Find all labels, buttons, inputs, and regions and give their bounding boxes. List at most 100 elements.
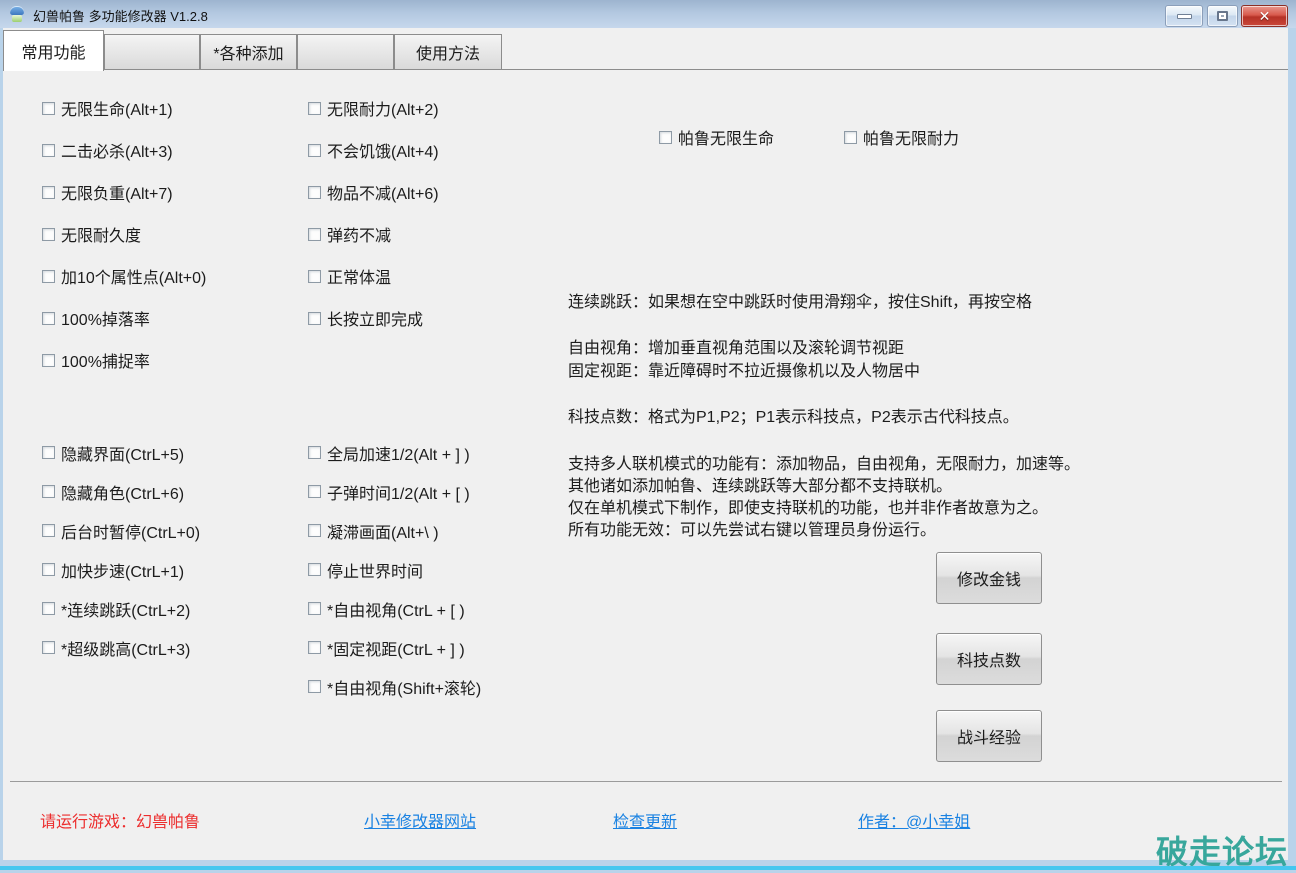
checkbox-ammo-no-decrease[interactable]: 弹药不减: [308, 213, 439, 255]
checkbox-icon[interactable]: [308, 641, 321, 654]
checkbox-icon[interactable]: [308, 186, 321, 199]
close-icon: ✕: [1259, 9, 1271, 23]
checkbox-fixed-camera-distance[interactable]: *固定视距(CtrL + ] ): [308, 628, 481, 667]
checkbox-label: *连续跳跃(CtrL+2): [61, 597, 190, 621]
checkbox-icon[interactable]: [42, 446, 55, 459]
checkbox-pal-unlimited-hp[interactable]: 帕鲁无限生命: [659, 127, 774, 147]
checkbox-multi-jump[interactable]: *连续跳跃(CtrL+2): [42, 589, 200, 628]
checkbox-label: 不会饥饿(Alt+4): [327, 138, 439, 162]
checkbox-icon[interactable]: [308, 563, 321, 576]
checkbox-label: 无限耐力(Alt+2): [327, 96, 439, 120]
checkbox-group-col2-top: 无限耐力(Alt+2) 不会饥饿(Alt+4) 物品不减(Alt+6) 弹药不减…: [308, 87, 439, 339]
checkbox-label: 弹药不减: [327, 222, 391, 246]
checkbox-items-no-decrease[interactable]: 物品不减(Alt+6): [308, 171, 439, 213]
checkbox-label: *超级跳高(CtrL+3): [61, 636, 190, 660]
checkbox-icon[interactable]: [42, 312, 55, 325]
checkbox-100-capture-rate[interactable]: 100%捕捉率: [42, 339, 206, 381]
checkbox-label: 无限耐久度: [61, 222, 141, 246]
checkbox-super-jump[interactable]: *超级跳高(CtrL+3): [42, 628, 200, 667]
tech-points-button[interactable]: 科技点数: [936, 633, 1042, 685]
window-title: 幻兽帕鲁 多功能修改器 V1.2.8: [33, 6, 208, 25]
checkbox-label: *自由视角(Shift+滚轮): [327, 675, 481, 699]
checkbox-hide-ui[interactable]: 隐藏界面(CtrL+5): [42, 433, 200, 472]
checkbox-icon[interactable]: [308, 228, 321, 241]
info-text-hotkey-help: 连续跳跃：如果想在空中跳跃时使用滑翔伞，按住Shift，再按空格 自由视角：增加…: [568, 291, 1032, 429]
checkbox-icon[interactable]: [42, 485, 55, 498]
checkbox-two-hit-kill[interactable]: 二击必杀(Alt+3): [42, 129, 206, 171]
title-bar: 幻兽帕鲁 多功能修改器 V1.2.8: [0, 0, 1296, 28]
modify-money-button[interactable]: 修改金钱: [936, 552, 1042, 604]
checkbox-unlimited-hp[interactable]: 无限生命(Alt+1): [42, 87, 206, 129]
checkbox-label: 二击必杀(Alt+3): [61, 138, 173, 162]
checkbox-free-camera-ctrl[interactable]: *自由视角(CtrL + [ ): [308, 589, 481, 628]
checkbox-icon[interactable]: [42, 563, 55, 576]
checkbox-icon[interactable]: [42, 186, 55, 199]
checkbox-label: 物品不减(Alt+6): [327, 180, 439, 204]
run-game-warning: 请运行游戏：幻兽帕鲁: [40, 808, 200, 832]
checkbox-icon[interactable]: [308, 602, 321, 615]
checkbox-label: 加快步速(CtrL+1): [61, 558, 184, 582]
tab-label: *各种添加: [213, 40, 283, 64]
checkbox-unlimited-weight[interactable]: 无限负重(Alt+7): [42, 171, 206, 213]
author-link[interactable]: 作者：@小幸姐: [858, 808, 970, 832]
checkbox-instant-hold-complete[interactable]: 长按立即完成: [308, 297, 439, 339]
minimize-button[interactable]: [1165, 5, 1203, 27]
tab-label: 常用功能: [21, 39, 85, 63]
checkbox-bullet-time[interactable]: 子弹时间1/2(Alt + [ ): [308, 472, 481, 511]
checkbox-normal-temperature[interactable]: 正常体温: [308, 255, 439, 297]
checkbox-icon[interactable]: [308, 680, 321, 693]
checkbox-label: 全局加速1/2(Alt + ] ): [327, 441, 470, 465]
checkbox-icon[interactable]: [42, 102, 55, 115]
checkbox-freeze-frame[interactable]: 凝滞画面(Alt+\ ): [308, 511, 481, 550]
checkbox-global-speed[interactable]: 全局加速1/2(Alt + ] ): [308, 433, 481, 472]
checkbox-icon[interactable]: [308, 270, 321, 283]
checkbox-icon[interactable]: [42, 641, 55, 654]
checkbox-label: 正常体温: [327, 264, 391, 288]
checkbox-faster-walk-speed[interactable]: 加快步速(CtrL+1): [42, 550, 200, 589]
checkbox-icon[interactable]: [42, 270, 55, 283]
checkbox-icon[interactable]: [308, 524, 321, 537]
tab-various-add[interactable]: *各种添加: [200, 34, 297, 69]
checkbox-label: 100%捕捉率: [61, 348, 150, 372]
checkbox-icon[interactable]: [308, 446, 321, 459]
checkbox-pal-unlimited-stamina[interactable]: 帕鲁无限耐力: [844, 127, 959, 147]
checkbox-label: 无限负重(Alt+7): [61, 180, 173, 204]
checkbox-pause-in-background[interactable]: 后台时暂停(CtrL+0): [42, 511, 200, 550]
tab-usage[interactable]: 使用方法: [394, 34, 502, 69]
checkbox-icon[interactable]: [42, 228, 55, 241]
tab-label: 使用方法: [416, 40, 480, 64]
battle-exp-button[interactable]: 战斗经验: [936, 710, 1042, 762]
checkbox-free-camera-wheel[interactable]: *自由视角(Shift+滚轮): [308, 667, 481, 706]
checkbox-no-hunger[interactable]: 不会饥饿(Alt+4): [308, 129, 439, 171]
tab-common-functions[interactable]: 常用功能: [3, 30, 104, 71]
checkbox-icon[interactable]: [308, 485, 321, 498]
checkbox-hide-character[interactable]: 隐藏角色(CtrL+6): [42, 472, 200, 511]
checkbox-icon[interactable]: [659, 131, 672, 144]
checkbox-label: 帕鲁无限耐力: [863, 125, 959, 149]
check-update-link[interactable]: 检查更新: [613, 808, 677, 832]
checkbox-label: 停止世界时间: [327, 558, 423, 582]
checkbox-label: 帕鲁无限生命: [678, 125, 774, 149]
checkbox-icon[interactable]: [42, 144, 55, 157]
tabstrip-baseline: [3, 69, 1288, 70]
tab-empty-1[interactable]: [104, 34, 200, 69]
checkbox-stop-world-time[interactable]: 停止世界时间: [308, 550, 481, 589]
checkbox-icon[interactable]: [844, 131, 857, 144]
checkbox-unlimited-durability[interactable]: 无限耐久度: [42, 213, 206, 255]
checkbox-unlimited-stamina[interactable]: 无限耐力(Alt+2): [308, 87, 439, 129]
checkbox-100-drop-rate[interactable]: 100%掉落率: [42, 297, 206, 339]
checkbox-icon[interactable]: [42, 602, 55, 615]
maximize-button[interactable]: [1207, 5, 1238, 27]
checkbox-group-col1-top: 无限生命(Alt+1) 二击必杀(Alt+3) 无限负重(Alt+7) 无限耐久…: [42, 87, 206, 381]
checkbox-icon[interactable]: [308, 102, 321, 115]
website-link[interactable]: 小幸修改器网站: [364, 808, 476, 832]
checkbox-group-col1-bottom: 隐藏界面(CtrL+5) 隐藏角色(CtrL+6) 后台时暂停(CtrL+0) …: [42, 433, 200, 667]
checkbox-icon[interactable]: [308, 312, 321, 325]
app-icon: [9, 6, 25, 22]
close-button[interactable]: ✕: [1241, 5, 1288, 27]
checkbox-icon[interactable]: [42, 354, 55, 367]
checkbox-icon[interactable]: [42, 524, 55, 537]
tab-empty-2[interactable]: [297, 34, 394, 69]
checkbox-icon[interactable]: [308, 144, 321, 157]
checkbox-add-10-stat-points[interactable]: 加10个属性点(Alt+0): [42, 255, 206, 297]
